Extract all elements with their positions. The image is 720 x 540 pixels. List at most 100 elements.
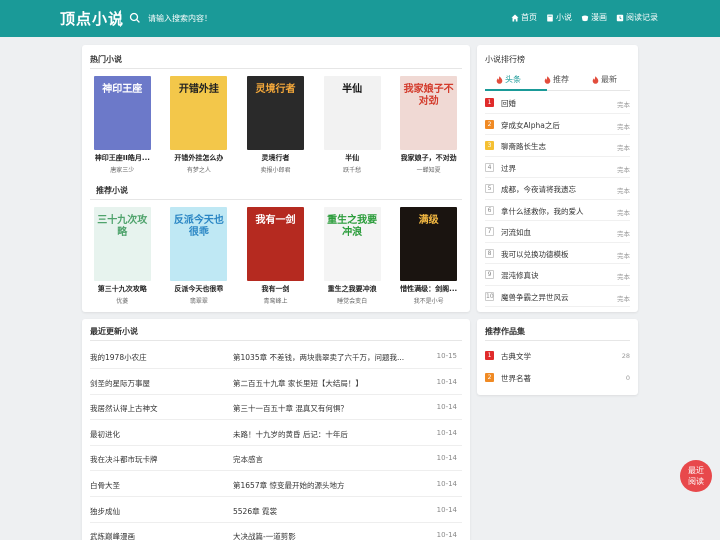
collection-count: 0 [625,373,630,382]
update-book-name[interactable]: 我在决斗都市玩卡牌 [90,454,230,465]
book-cover[interactable]: 三十九次攻略 [93,207,151,281]
book-title[interactable]: 开错外挂怎么办 [174,153,223,163]
book-card[interactable]: 重生之我要冲浪 重生之我要冲浪 睡觉会变白 [314,207,391,305]
nav-home[interactable]: 首页 [511,12,537,23]
book-card[interactable]: 满级 惜性满级：剑阁... 我不是小号 [390,207,467,305]
book-card[interactable]: 我家娘子不对劲 我家娘子，不对劲 一蝉知夏 [390,76,467,174]
update-chapter-link[interactable]: 第三十一百五十章 混真又有何惧？ [233,403,408,414]
rank-item[interactable]: 7 河流如血 完本 [485,221,630,243]
rank-item[interactable]: 8 我可以兑换功德模板 完本 [485,243,630,264]
rank-book-name[interactable]: 穿成女Alpha之后 [501,120,560,131]
book-cover[interactable]: 灵境行者 [246,76,304,150]
tab-recommend[interactable]: 推荐 [544,74,569,85]
update-book-name[interactable]: 我居然认得上古神文 [90,403,230,414]
rank-book-name[interactable]: 拿什么拯救你，我的爱人 [501,206,584,217]
recommend-book-grid: 三十九次攻略 第三十九次攻略 优菱 反派今天也很乖 反派今天也很乖 翡翠翠 我有一剑 我有一剑… [84,207,467,305]
rank-item[interactable]: 1 回婚 完本 [485,92,630,114]
book-cover[interactable]: 我家娘子不对劲 [400,76,458,150]
update-chapter-link[interactable]: 第1035章 不差钱，两块翡翠卖了六千万，问题我... [233,352,408,363]
book-cover[interactable]: 神印王座 [93,76,151,150]
rank-number-badge: 7 [485,227,494,236]
hot-title-divider [90,68,462,69]
rank-item[interactable]: 10 魔兽争霸之异世风云 完本 [485,286,630,307]
recent-reading-line2: 阅读 [688,477,704,486]
book-title[interactable]: 我家娘子，不对劲 [401,153,457,163]
rank-book-name[interactable]: 过界 [501,163,516,174]
rank-item[interactable]: 5 成都，今夜请将我遗忘 完本 [485,178,630,200]
collection-name[interactable]: 世界名著 [501,373,531,384]
book-cover[interactable]: 满级 [400,207,458,281]
book-author: 翡翠翠 [189,298,208,305]
rank-item[interactable]: 9 混沌修真诀 完本 [485,264,630,286]
rank-book-name[interactable]: 聊斋路长生志 [501,141,546,152]
book-cover[interactable]: 重生之我要冲浪 [323,207,381,281]
book-title[interactable]: 反派今天也很乖 [174,284,223,294]
book-cover[interactable]: 我有一剑 [246,207,304,281]
rank-item[interactable]: 3 聊斋路长生志 完本 [485,135,630,157]
update-row: 我居然认得上古神文 第三十一百五十章 混真又有何惧？ 10-14 [90,394,462,421]
collection-item[interactable]: 1 古典文学 28 [485,345,630,367]
update-book-name[interactable]: 剑圣的星际万事屋 [90,378,230,389]
book-cover[interactable]: 反派今天也很乖 [170,207,228,281]
update-chapter-link[interactable]: 第1657章 惊变最开始的源头地方 [233,480,408,491]
update-chapter-link[interactable]: 大决战篇-一道剪影 [233,531,408,540]
update-book-name[interactable]: 最初进化 [90,429,230,440]
collection-name[interactable]: 古典文学 [501,351,531,362]
rank-item[interactable]: 4 过界 完本 [485,157,630,178]
nav-comic[interactable]: 漫画 [581,12,607,23]
rank-number-badge: 9 [485,270,494,279]
book-title[interactable]: 半仙 [345,153,359,163]
tab-headline[interactable]: 头条 [496,74,521,85]
book-author: 睡觉会变白 [337,298,368,305]
update-chapter-link[interactable]: 未路！十九岁的黄昏 后记：十年后 [233,429,408,440]
book-cover[interactable]: 半仙 [323,76,381,150]
rank-item[interactable]: 6 拿什么拯救你，我的爱人 完本 [485,200,630,221]
update-row: 我的1978小农庄 第1035章 不差钱，两块翡翠卖了六千万，问题我... 10-1… [90,343,462,369]
cover-title-text: 灵境行者 [255,84,296,95]
search-icon[interactable] [128,11,142,25]
book-card[interactable]: 开错外挂开错外挂怎么办 有梦之人 [161,76,238,174]
update-chapter-link[interactable]: 第二百五十九章 家长里短【大结局！】 [233,378,408,389]
rank-book-name[interactable]: 混沌修真诀 [501,270,539,281]
nav-novel[interactable]: 小说 [546,12,572,23]
rank-book-name[interactable]: 成都，今夜请将我遗忘 [501,184,576,195]
book-title[interactable]: 灵境行者 [261,153,289,163]
book-title[interactable]: 神印王座II皓月... [95,153,150,163]
book-card[interactable]: 反派今天也很乖 反派今天也很乖 翡翠翠 [161,207,238,305]
cover-title-text: 开错外挂 [178,84,219,95]
cover-title-text: 我家娘子不对劲 [403,84,454,107]
update-book-name[interactable]: 白骨大圣 [90,480,230,491]
book-cover[interactable]: 开错外挂 [170,76,228,150]
rank-item[interactable]: 2 穿成女Alpha之后 完本 [485,114,630,135]
rank-book-name[interactable]: 回婚 [501,98,516,109]
book-card[interactable]: 灵境行者 灵境行者 卖报小郎君 [237,76,314,174]
book-title[interactable]: 第三十九次攻略 [98,284,147,294]
book-author: 有梦之人 [186,167,211,174]
search-input[interactable] [148,9,328,28]
update-book-name[interactable]: 我的1978小农庄 [90,352,230,363]
book-card[interactable]: 三十九次攻略 第三十九次攻略 优菱 [84,207,161,305]
recent-reading-button[interactable]: 最近 阅读 [680,460,712,492]
update-chapter-link[interactable]: 完本感言 [233,454,408,465]
book-author: 卖报小郎君 [260,167,291,174]
update-chapter-link[interactable]: 5526章 霓裳 [233,506,408,517]
book-title[interactable]: 我有一剑 [261,284,289,294]
rank-number-badge: 1 [485,98,494,107]
nav-history[interactable]: 阅读记录 [616,12,658,23]
update-book-name[interactable]: 武炼巅峰漫画 [90,531,230,540]
collection-number-badge: 2 [485,372,494,382]
rank-book-name[interactable]: 魔兽争霸之异世风云 [501,292,569,303]
rank-book-name[interactable]: 河流如血 [501,227,531,238]
site-logo[interactable]: 顶点小说 [60,8,124,29]
update-book-name[interactable]: 独步成仙 [90,506,230,517]
book-title[interactable]: 重生之我要冲浪 [328,284,377,294]
rank-number-badge: 5 [485,184,494,193]
book-card[interactable]: 我有一剑 我有一剑 青鸾峰上 [237,207,314,305]
tab-latest[interactable]: 最新 [592,74,617,85]
book-card[interactable]: 神印王座 神印王座II皓月... 唐家三少 [84,76,161,174]
collection-item[interactable]: 2 世界名著 0 [485,367,630,389]
rank-book-name[interactable]: 我可以兑换功德模板 [501,249,569,260]
rank-number-badge: 6 [485,205,494,215]
book-card[interactable]: 半仙 半仙 跃千愁 [314,76,391,174]
book-title[interactable]: 惜性满级：剑阁... [400,284,457,294]
